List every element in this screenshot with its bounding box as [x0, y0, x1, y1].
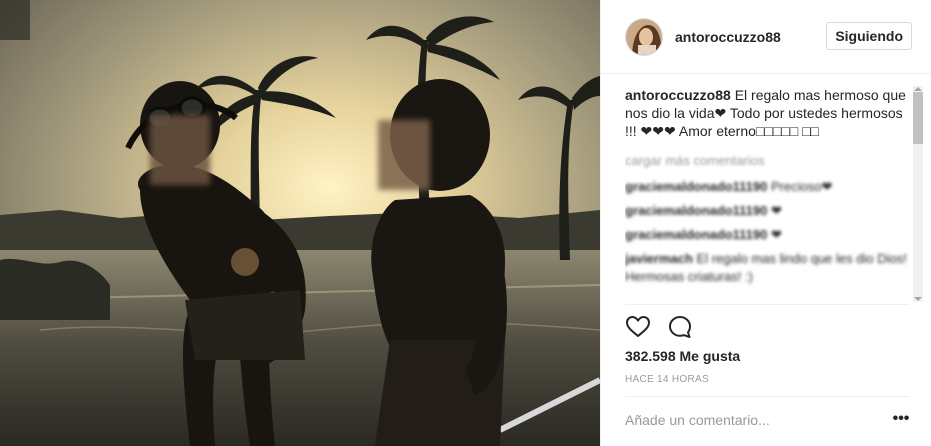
comment-username[interactable]: graciemaldonado11190: [625, 179, 767, 194]
divider: [625, 304, 909, 305]
heart-outline-icon[interactable]: [625, 314, 651, 340]
sunset-pool-photo: [0, 0, 600, 446]
scroll-down-arrow-icon[interactable]: [914, 297, 922, 301]
action-bar: [625, 314, 693, 340]
scroll-up-arrow-icon[interactable]: [914, 87, 922, 91]
caption-username[interactable]: antoroccuzzo88: [625, 87, 731, 103]
comment-item: graciemaldonado11190 Precioso❤: [625, 178, 909, 196]
comment-text: Precioso❤: [767, 179, 833, 194]
following-button[interactable]: Siguiendo: [826, 22, 912, 50]
post-photo[interactable]: [0, 0, 600, 446]
comment-item: javiermach El regalo mas lindo que les d…: [625, 250, 909, 286]
post-username[interactable]: antoroccuzzo88: [675, 29, 781, 45]
likes-count[interactable]: 382.598 Me gusta: [625, 348, 740, 364]
comment-item: graciemaldonado11190 ❤: [625, 226, 909, 244]
comment-username[interactable]: graciemaldonado11190: [625, 203, 767, 218]
avatar[interactable]: [625, 17, 663, 56]
ellipsis-icon[interactable]: •••: [891, 410, 911, 430]
post-timestamp[interactable]: HACE 14 HORAS: [625, 374, 709, 385]
instagram-post: antoroccuzzo88 Siguiendo antoroccuzzo88 …: [0, 0, 931, 446]
caption: antoroccuzzo88 El regalo mas hermoso que…: [625, 86, 909, 140]
divider: [625, 396, 909, 397]
comment-username[interactable]: javiermach: [625, 251, 693, 266]
post-side-panel: antoroccuzzo88 Siguiendo antoroccuzzo88 …: [600, 0, 931, 446]
add-comment-input[interactable]: [625, 408, 875, 432]
speech-bubble-icon[interactable]: [667, 314, 693, 340]
comment-item: graciemaldonado11190 ❤: [625, 202, 909, 220]
post-header: antoroccuzzo88 Siguiendo: [601, 0, 931, 74]
comment-username[interactable]: graciemaldonado11190: [625, 227, 767, 242]
comment-text: ❤: [767, 227, 782, 242]
comments-section[interactable]: antoroccuzzo88 El regalo mas hermoso que…: [625, 86, 909, 302]
comments-scrollbar-thumb[interactable]: [913, 92, 923, 144]
load-more-comments-link[interactable]: cargar más comentarios: [625, 152, 909, 170]
comment-text: ❤: [767, 203, 782, 218]
avatar-image: [626, 18, 662, 55]
